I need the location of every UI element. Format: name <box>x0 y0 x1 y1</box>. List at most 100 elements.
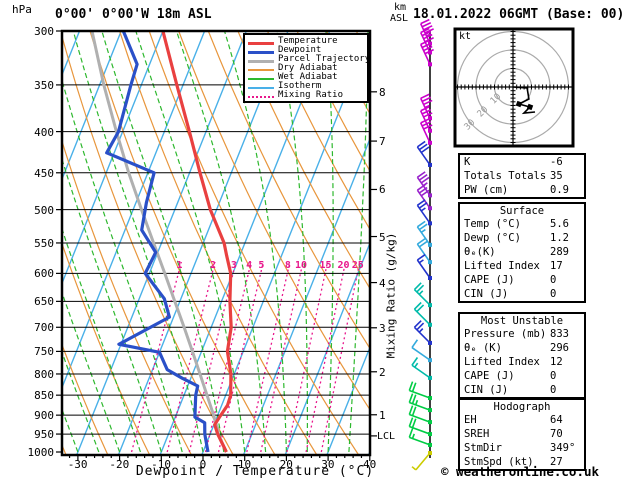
legend-line-swatch <box>248 46 274 55</box>
km-tick-label: 3 <box>379 323 386 334</box>
mixing-ratio-value: 10 <box>295 261 307 271</box>
pressure-tick-label: 500 <box>20 205 54 216</box>
table-row: CIN (J)0 <box>460 287 584 301</box>
table-row: CIN (J)0 <box>460 383 584 397</box>
temp-tick-label: 10 <box>238 459 251 470</box>
table-row-value: 70 <box>550 428 563 440</box>
most-unstable-table: Most UnstablePressure (mb)833θₑ (K)296Li… <box>458 312 586 399</box>
wind-barb-column <box>409 20 433 470</box>
pressure-tick-label: 700 <box>20 322 54 333</box>
lcl-label: LCL <box>377 432 395 442</box>
mixing-ratio-value: 4 <box>246 261 252 271</box>
km-tick-label: 5 <box>379 232 386 243</box>
km-tick-label: 7 <box>379 136 386 147</box>
table-row: Pressure (mb)833 <box>460 327 584 341</box>
table-row: SREH70 <box>460 427 584 441</box>
station-title: 0°00' 0°00'W 18m ASL <box>55 8 212 21</box>
km-tick-label: 4 <box>379 278 386 289</box>
pressure-unit-label: hPa <box>12 4 32 15</box>
mixing-ratio-value: 5 <box>258 261 264 271</box>
temp-tick-label: 0 <box>200 459 207 470</box>
pressure-tick-label: 450 <box>20 168 54 179</box>
table-row: Lifted Index12 <box>460 355 584 369</box>
legend-item: Mixing Ratio <box>248 91 367 100</box>
table-row-value: 5.6 <box>550 218 569 230</box>
table-row-label: CAPE (J) <box>464 274 550 286</box>
table-row-label: Temp (°C) <box>464 218 550 230</box>
pressure-tick-label: 850 <box>20 390 54 401</box>
table-row-value: 833 <box>550 328 569 340</box>
table-row-label: Pressure (mb) <box>464 328 550 340</box>
table-row-value: 12 <box>550 356 563 368</box>
table-row-label: Totals Totals <box>464 170 550 182</box>
table-row: StmDir349° <box>460 441 584 455</box>
table-row-value: 349° <box>550 442 575 454</box>
legend-line-swatch <box>248 82 274 91</box>
table-row-value: 17 <box>550 260 563 272</box>
pressure-tick-label: 650 <box>20 296 54 307</box>
hodograph-table: HodographEH64SREH70StmDir349°StmSpd (kt)… <box>458 398 586 471</box>
temp-tick-label: -20 <box>109 459 129 470</box>
km-tick-label: 1 <box>379 410 386 421</box>
datetime-title: 18.01.2022 06GMT (Base: 00) <box>413 8 624 21</box>
legend: TemperatureDewpointParcel TrajectoryDry … <box>243 33 369 103</box>
table-row-label: K <box>464 156 550 168</box>
km-tick-label: 2 <box>379 367 386 378</box>
table-row-value: -6 <box>550 156 563 168</box>
table-row-label: Lifted Index <box>464 260 550 272</box>
pressure-tick-label: 550 <box>20 238 54 249</box>
table-row: Dewp (°C)1.2 <box>460 231 584 245</box>
table-row-label: EH <box>464 414 550 426</box>
legend-item-label: Mixing Ratio <box>278 91 343 100</box>
km-tick-label: 8 <box>379 87 386 98</box>
mixing-ratio-value: 2 <box>210 261 216 271</box>
table-row-value: 1.2 <box>550 232 569 244</box>
temp-tick-label: 30 <box>321 459 334 470</box>
table-row-label: PW (cm) <box>464 184 550 196</box>
pressure-tick-label: 600 <box>20 268 54 279</box>
table-row-value: 64 <box>550 414 563 426</box>
table-row: K-6 <box>460 155 584 169</box>
table-row-label: StmDir <box>464 442 550 454</box>
pressure-tick-label: 1000 <box>20 447 54 458</box>
pressure-tick-label: 300 <box>20 26 54 37</box>
mixing-ratio-value: 8 <box>285 261 291 271</box>
table-row-value: 0 <box>550 370 556 382</box>
skewt-sounding-page: { "header": { "pressure_unit": "hPa", "s… <box>0 0 629 486</box>
table-row: CAPE (J)0 <box>460 369 584 383</box>
legend-line-swatch <box>248 55 274 64</box>
table-title: Most Unstable <box>460 314 584 327</box>
mixing-ratio-axis-title: Mixing Ratio (g/kg) <box>386 226 397 366</box>
table-row-label: SREH <box>464 428 550 440</box>
legend-line-swatch <box>248 37 274 46</box>
table-title: Hodograph <box>460 400 584 413</box>
table-title: Surface <box>460 204 584 217</box>
pressure-tick-label: 400 <box>20 127 54 138</box>
mixing-ratio-value: 25 <box>352 261 364 271</box>
table-row: PW (cm)0.9 <box>460 183 584 197</box>
pressure-tick-label: 950 <box>20 429 54 440</box>
temp-tick-label: 20 <box>280 459 293 470</box>
table-row-value: 0.9 <box>550 184 569 196</box>
temp-tick-label: -10 <box>151 459 171 470</box>
temp-tick-label: 40 <box>363 459 376 470</box>
pressure-tick-label: 350 <box>20 80 54 91</box>
indices-table: K-6Totals Totals35PW (cm)0.9 <box>458 153 586 199</box>
pressure-tick-label: 750 <box>20 346 54 357</box>
legend-line-swatch <box>248 91 274 100</box>
table-row-value: 296 <box>550 342 569 354</box>
copyright: © weatheronline.co.uk <box>441 466 599 479</box>
table-row: Temp (°C)5.6 <box>460 217 584 231</box>
km-tick-label: 6 <box>379 184 386 195</box>
wind-barb <box>409 382 432 400</box>
table-row: Totals Totals35 <box>460 169 584 183</box>
table-row-value: 289 <box>550 246 569 258</box>
mixing-ratio-value: 15 <box>320 261 332 271</box>
mixing-ratio-value: 20 <box>337 261 349 271</box>
table-row-label: Lifted Index <box>464 356 550 368</box>
table-row: θₑ(K)289 <box>460 245 584 259</box>
hodograph-kt-label: kt <box>459 32 471 42</box>
legend-line-swatch <box>248 73 274 82</box>
temp-tick-label: -30 <box>68 459 88 470</box>
table-row-label: Dewp (°C) <box>464 232 550 244</box>
